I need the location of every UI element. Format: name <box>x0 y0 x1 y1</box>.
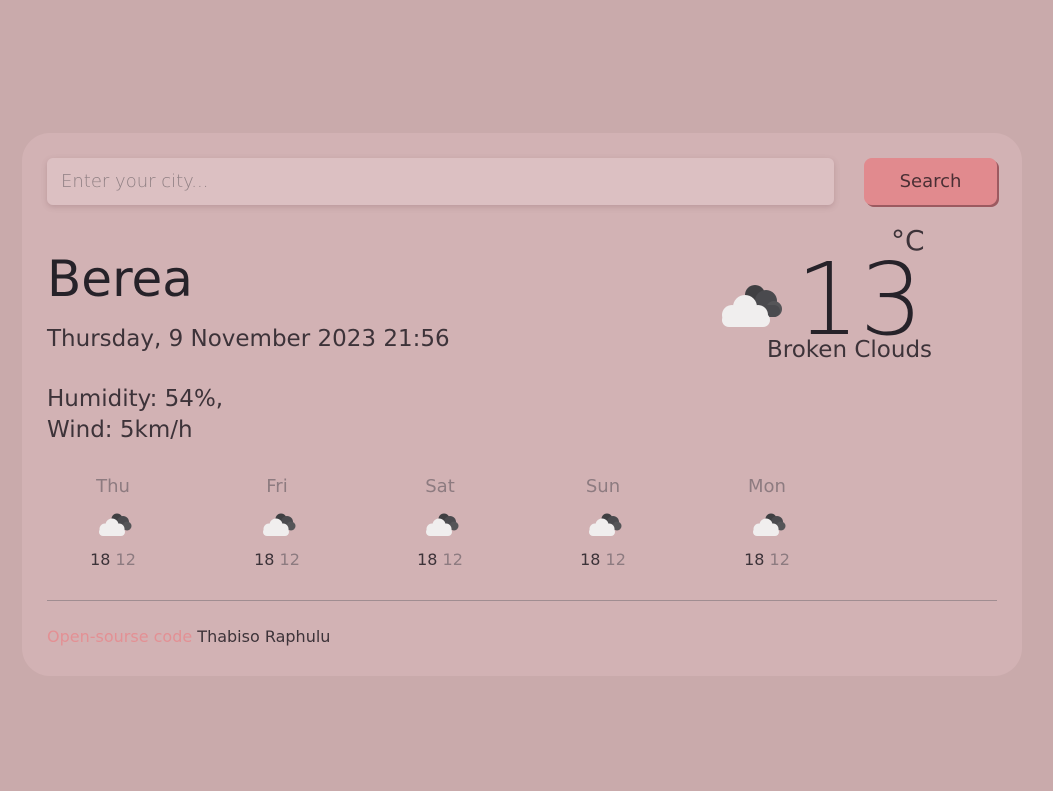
forecast-list: Thu 18 12 Fri 18 12 Sat 18 12 Sun 18 12 … <box>47 473 997 583</box>
forecast-temps: 18 12 <box>537 549 669 571</box>
forecast-min-temp: 12 <box>279 550 300 569</box>
forecast-day: Mon 18 12 <box>701 473 833 571</box>
forecast-day: Thu 18 12 <box>47 473 179 571</box>
city-name: Berea <box>47 250 193 308</box>
forecast-day-name: Mon <box>748 476 786 497</box>
forecast-max-temp: 18 <box>744 550 765 569</box>
weather-card: Search Berea Thursday, 9 November 2023 2… <box>22 133 1022 676</box>
footer-author: Thabiso Raphulu <box>197 627 331 646</box>
temperature-unit[interactable]: °C <box>891 223 925 259</box>
forecast-day-name: Sun <box>585 476 621 497</box>
open-source-link[interactable]: Open-sourse code <box>47 627 192 646</box>
weather-description: Broken Clouds <box>767 337 933 363</box>
forecast-day-name: Fri <box>266 476 288 497</box>
broken-clouds-icon <box>722 285 782 327</box>
broken-clouds-icon <box>589 513 622 536</box>
forecast-min-temp: 12 <box>115 550 136 569</box>
footer: Open-sourse code Thabiso Raphulu <box>47 625 330 649</box>
forecast-temps: 18 12 <box>211 549 343 571</box>
forecast-min-temp: 12 <box>442 550 463 569</box>
forecast-min-temp: 12 <box>769 550 790 569</box>
city-search-input[interactable] <box>47 158 834 205</box>
forecast-temps: 18 12 <box>374 549 506 571</box>
humidity-text: Humidity: 54%, <box>47 386 224 412</box>
broken-clouds-icon <box>426 513 459 536</box>
broken-clouds-icon <box>753 513 786 536</box>
forecast-day-name: Sat <box>425 476 455 497</box>
forecast-day: Sun 18 12 <box>537 473 669 571</box>
broken-clouds-icon <box>99 513 132 536</box>
wind-text: Wind: 5km/h <box>47 417 193 443</box>
weather-details: Humidity: 54%, Wind: 5km/h <box>47 384 223 446</box>
forecast-day-name: Thu <box>96 476 130 497</box>
forecast-max-temp: 18 <box>580 550 601 569</box>
forecast-temps: 18 12 <box>47 549 179 571</box>
forecast-temps: 18 12 <box>701 549 833 571</box>
current-datetime: Thursday, 9 November 2023 21:56 <box>47 326 450 352</box>
forecast-day: Fri 18 12 <box>211 473 343 571</box>
search-button[interactable]: Search <box>864 158 997 205</box>
forecast-max-temp: 18 <box>254 550 275 569</box>
forecast-max-temp: 18 <box>417 550 438 569</box>
forecast-day: Sat 18 12 <box>374 473 506 571</box>
broken-clouds-icon <box>263 513 296 536</box>
footer-divider <box>47 600 997 601</box>
forecast-max-temp: 18 <box>90 550 111 569</box>
forecast-min-temp: 12 <box>605 550 626 569</box>
